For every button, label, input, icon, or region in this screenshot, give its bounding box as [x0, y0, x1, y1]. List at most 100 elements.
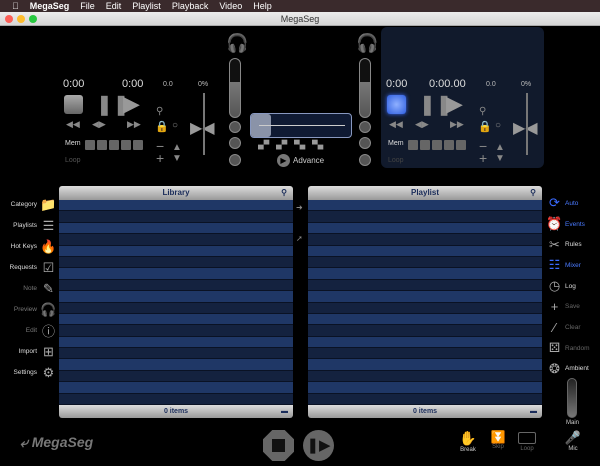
search-icon[interactable]: ⚲: [281, 186, 287, 200]
table-row[interactable]: [59, 382, 293, 394]
loop-button[interactable]: Loop: [516, 430, 538, 452]
table-row[interactable]: [59, 268, 293, 280]
curve-icons[interactable]: ▄▀ ▄▀ ▀▄ ▀▄: [258, 140, 323, 149]
deck-right-play-icon[interactable]: ▶: [446, 91, 463, 117]
library-header[interactable]: Library ⚲: [59, 186, 293, 200]
search-icon[interactable]: ⚲: [530, 186, 536, 200]
sidebar-item-hot-keys[interactable]: Hot Keys 🔥: [0, 236, 57, 257]
mic-button[interactable]: 🎤 Mic: [563, 430, 583, 452]
table-row[interactable]: [59, 313, 293, 326]
table-row[interactable]: [59, 256, 293, 269]
tool-log[interactable]: ◷ Log: [547, 276, 600, 297]
deck-left-pitch-track[interactable]: [203, 93, 205, 155]
table-row[interactable]: [308, 222, 542, 235]
deck-left-up-icon[interactable]: ▲: [172, 142, 182, 153]
channel-right-fader[interactable]: [359, 58, 371, 118]
sidebar-item-category[interactable]: Category 📁: [0, 194, 57, 215]
close-button[interactable]: [5, 15, 13, 23]
table-row[interactable]: [59, 200, 293, 212]
table-row[interactable]: [308, 291, 542, 303]
table-row[interactable]: [59, 348, 293, 360]
sidebar-item-edit[interactable]: Edit ⓘ: [0, 320, 56, 341]
stop-button[interactable]: [263, 430, 294, 461]
deck-left-mem-pads[interactable]: [85, 137, 145, 155]
table-row[interactable]: [308, 279, 542, 292]
collapse-button[interactable]: ▬: [530, 405, 537, 418]
tool-mixer[interactable]: ☷ Mixer: [547, 255, 600, 276]
table-row[interactable]: [59, 336, 293, 349]
tool-save[interactable]: + Save: [547, 296, 600, 317]
right-knob-high[interactable]: [359, 121, 371, 133]
deck-right-down-icon[interactable]: ▼: [495, 153, 505, 164]
table-row[interactable]: [308, 234, 542, 246]
table-row[interactable]: [308, 245, 542, 257]
table-row[interactable]: [59, 359, 293, 371]
sidebar-item-note[interactable]: Note ✎: [0, 278, 56, 299]
table-row[interactable]: [59, 325, 293, 337]
deck-left-loop-label[interactable]: Loop: [65, 157, 81, 164]
zoom-button[interactable]: [29, 15, 37, 23]
sidebar-item-requests[interactable]: Requests ☑: [0, 257, 56, 278]
deck-right-mem-pads[interactable]: [408, 137, 468, 155]
deck-right-loop-label[interactable]: Loop: [388, 157, 404, 164]
deck-right-up-icon[interactable]: ▲: [495, 142, 505, 153]
start-next-button[interactable]: ❚▶: [303, 430, 334, 461]
skip-button[interactable]: ⏬ Skip: [488, 430, 508, 450]
deck-left-play-icon[interactable]: ▶: [123, 91, 140, 117]
table-row[interactable]: [308, 359, 542, 371]
sidebar-item-settings[interactable]: Settings ⚙: [0, 362, 56, 383]
deck-right-lock-icon[interactable]: 🔒: [478, 120, 492, 133]
table-row[interactable]: [308, 313, 542, 326]
table-row[interactable]: [59, 393, 293, 405]
tool-clear[interactable]: ∕ Clear: [547, 317, 600, 338]
deck-left-cue-button[interactable]: [64, 95, 83, 114]
deck-left-ffwd-icon[interactable]: ▶▶: [127, 119, 141, 130]
menu-help[interactable]: Help: [253, 1, 272, 11]
menu-app[interactable]: MegaSeg: [30, 1, 70, 11]
break-button[interactable]: ✋ Break: [458, 430, 478, 453]
deck-right-plus-icon[interactable]: +: [479, 150, 487, 166]
table-row[interactable]: [308, 302, 542, 314]
sidebar-item-preview[interactable]: Preview 🎧: [0, 299, 57, 320]
deck-right-circle-icon[interactable]: ○: [495, 120, 501, 131]
deck-right-ffwd-icon[interactable]: ▶▶: [450, 119, 464, 130]
headphones-right-icon[interactable]: 🎧: [356, 33, 378, 54]
deck-left-plus-icon[interactable]: +: [156, 150, 164, 166]
left-knob-mid[interactable]: [229, 137, 241, 149]
table-row[interactable]: [308, 200, 542, 212]
deck-left-rewind-icon[interactable]: ◀◀: [66, 119, 80, 130]
playlist-rows[interactable]: [308, 200, 542, 405]
deck-right-pitch-track[interactable]: [526, 93, 528, 155]
deck-left-circle-icon[interactable]: ○: [172, 120, 178, 131]
link-icon[interactable]: ➚: [296, 234, 303, 243]
table-row[interactable]: [59, 279, 293, 292]
deck-left-nudge-icon[interactable]: ◀▶: [92, 119, 106, 130]
deck-left-search-icon[interactable]: ⚲: [156, 106, 163, 117]
table-row[interactable]: [59, 291, 293, 303]
collapse-button[interactable]: ▬: [281, 405, 288, 418]
menu-playlist[interactable]: Playlist: [132, 1, 161, 11]
table-row[interactable]: [59, 222, 293, 235]
deck-left-lock-icon[interactable]: 🔒: [155, 120, 169, 133]
table-row[interactable]: [59, 234, 293, 246]
sidebar-item-playlists[interactable]: Playlists ☰: [0, 215, 56, 236]
library-rows[interactable]: [59, 200, 293, 405]
menu-edit[interactable]: Edit: [106, 1, 122, 11]
deck-right-rewind-icon[interactable]: ◀◀: [389, 119, 403, 130]
headphones-left-icon[interactable]: 🎧: [226, 33, 248, 54]
menu-file[interactable]: File: [80, 1, 95, 11]
apple-icon[interactable]: : [12, 1, 19, 11]
menu-playback[interactable]: Playback: [172, 1, 209, 11]
right-knob-low[interactable]: [359, 154, 371, 166]
table-row[interactable]: [308, 382, 542, 394]
table-row[interactable]: [308, 370, 542, 383]
crossfader[interactable]: [250, 113, 352, 138]
table-row[interactable]: [59, 370, 293, 383]
advance-button[interactable]: ▶ Advance: [277, 154, 324, 167]
right-knob-mid[interactable]: [359, 137, 371, 149]
table-row[interactable]: [308, 336, 542, 349]
table-row[interactable]: [308, 393, 542, 405]
table-row[interactable]: [59, 245, 293, 257]
tool-ambient[interactable]: ❂ Ambient: [547, 359, 600, 380]
left-knob-low[interactable]: [229, 154, 241, 166]
